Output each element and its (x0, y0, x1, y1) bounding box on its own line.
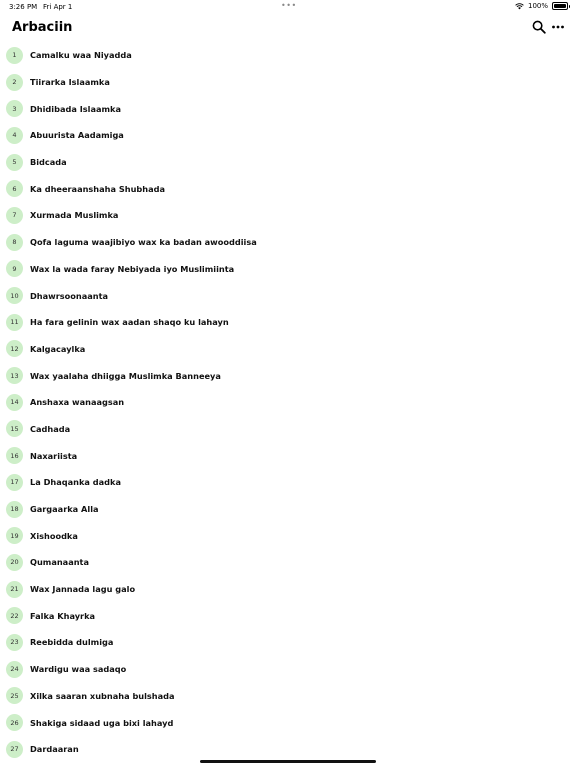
item-title: Wardigu waa sadaqo (30, 664, 127, 675)
item-number-badge: 19 (6, 527, 23, 545)
item-number-badge: 6 (6, 180, 23, 198)
item-title: Wax la wada faray Nebiyada iyo Muslimiin… (30, 263, 235, 274)
item-number-badge: 12 (6, 340, 23, 358)
list-item[interactable]: 12 Kalgacaylka (0, 336, 576, 363)
item-title: Cadhada (30, 423, 71, 434)
item-number-badge: 4 (6, 126, 23, 144)
item-title: Dardaaran (30, 744, 79, 755)
list-item[interactable]: 2 Tiirarka Islaamka (0, 69, 576, 96)
list-item[interactable]: 22 Falka Khayrka (0, 602, 576, 629)
item-number-badge: 1 (6, 46, 23, 64)
item-number-badge: 27 (6, 740, 23, 758)
item-title: Gargaarka Alla (30, 504, 99, 515)
home-indicator[interactable] (200, 760, 376, 763)
status-indicators: 100% (515, 2, 570, 10)
item-number-badge: 17 (6, 473, 23, 491)
wifi-icon (515, 3, 524, 10)
item-number-badge: 22 (6, 607, 23, 625)
status-time: 3:26 PM (9, 3, 38, 11)
list-item[interactable]: 20 Qumanaanta (0, 549, 576, 576)
status-bar: 3:26 PM Fri Apr 1 ••• 100% (0, 0, 576, 14)
item-number-badge: 20 (6, 553, 23, 571)
list-item[interactable]: 4 Abuurista Aadamiga (0, 122, 576, 149)
item-number-badge: 21 (6, 580, 23, 598)
list-item[interactable]: 27 Dardaaran (0, 736, 576, 763)
item-title: Xishoodka (30, 530, 78, 541)
item-title: Falka Khayrka (30, 610, 96, 621)
list-item[interactable]: 21 Wax Jannada lagu galo (0, 576, 576, 603)
list-item[interactable]: 17 La Dhaqanka dadka (0, 469, 576, 496)
item-title: Ka dheeraanshaha Shubhada (30, 183, 166, 194)
item-title: Abuurista Aadamiga (30, 130, 124, 141)
multitasking-dots-icon[interactable]: ••• (281, 1, 297, 10)
item-title: Tiirarka Islaamka (30, 77, 110, 88)
item-title: Xilka saaran xubnaha bulshada (30, 690, 175, 701)
item-title: Reebidda dulmiga (30, 637, 114, 648)
item-number-badge: 15 (6, 420, 23, 438)
item-title: Dhidibada Islaamka (30, 103, 121, 114)
item-title: Shakiga sidaad uga bixi lahayd (30, 717, 174, 728)
list-item[interactable]: 7 Xurmada Muslimka (0, 202, 576, 229)
item-number-badge: 8 (6, 233, 23, 251)
list-item[interactable]: 18 Gargaarka Alla (0, 496, 576, 523)
item-number-badge: 26 (6, 714, 23, 732)
more-icon[interactable] (551, 21, 565, 33)
list-item[interactable]: 8 Qofa laguma waajibiyo wax ka badan awoo… (0, 229, 576, 256)
item-title: Qofa laguma waajibiyo wax ka badan awood… (30, 237, 257, 248)
list-item[interactable]: 1 Camalku waa Niyadda (0, 42, 576, 69)
item-title: Kalgacaylka (30, 343, 86, 354)
item-number-badge: 10 (6, 287, 23, 305)
battery-level-fill (554, 4, 566, 8)
item-title: Anshaxa wanaagsan (30, 397, 125, 408)
list-item[interactable]: 23 Reebidda dulmiga (0, 629, 576, 656)
list-item[interactable]: 11 Ha fara gelinin wax aadan shaqo ku lah… (0, 309, 576, 336)
item-number-badge: 2 (6, 73, 23, 91)
list-item[interactable]: 9 Wax la wada faray Nebiyada iyo Muslimii… (0, 256, 576, 283)
item-number-badge: 24 (6, 660, 23, 678)
item-number-badge: 23 (6, 633, 23, 651)
hadith-list: 1 Camalku waa Niyadda 2 Tiirarka Islaamka 3 D… (0, 42, 576, 763)
list-item[interactable]: 5 Bidcada (0, 149, 576, 176)
item-title: Naxariista (30, 450, 78, 461)
list-item[interactable]: 26 Shakiga sidaad uga bixi lahayd (0, 709, 576, 736)
list-item[interactable]: 3 Dhidibada Islaamka (0, 95, 576, 122)
list-item[interactable]: 14 Anshaxa wanaagsan (0, 389, 576, 416)
battery-icon (552, 2, 570, 10)
page-title: Arbaciin (12, 20, 73, 35)
list-item[interactable]: 25 Xilka saaran xubnaha bulshada (0, 683, 576, 710)
item-title: Ha fara gelinin wax aadan shaqo ku lahay… (30, 317, 229, 328)
item-number-badge: 25 (6, 687, 23, 705)
item-title: Xurmada Muslimka (30, 210, 119, 221)
item-number-badge: 18 (6, 500, 23, 518)
item-title: Wax yaalaha dhiigga Muslimka Banneeya (30, 370, 221, 381)
item-number-badge: 9 (6, 260, 23, 278)
item-title: Dhawrsoonaanta (30, 290, 109, 301)
list-item[interactable]: 6 Ka dheeraanshaha Shubhada (0, 175, 576, 202)
item-title: La Dhaqanka dadka (30, 477, 121, 488)
navigation-bar: Arbaciin (0, 14, 576, 42)
status-date: Fri Apr 1 (43, 3, 73, 11)
item-number-badge: 16 (6, 447, 23, 465)
item-number-badge: 11 (6, 313, 23, 331)
item-number-badge: 5 (6, 153, 23, 171)
list-item[interactable]: 24 Wardigu waa sadaqo (0, 656, 576, 683)
list-item[interactable]: 19 Xishoodka (0, 522, 576, 549)
battery-percentage: 100% (527, 2, 548, 10)
item-title: Camalku waa Niyadda (30, 50, 132, 61)
list-item[interactable]: 13 Wax yaalaha dhiigga Muslimka Banneeya (0, 362, 576, 389)
search-icon[interactable] (532, 20, 546, 34)
list-item[interactable]: 16 Naxariista (0, 442, 576, 469)
item-number-badge: 14 (6, 393, 23, 411)
list-item[interactable]: 10 Dhawrsoonaanta (0, 282, 576, 309)
item-title: Bidcada (30, 157, 67, 168)
list-item[interactable]: 15 Cadhada (0, 416, 576, 443)
item-title: Wax Jannada lagu galo (30, 584, 136, 595)
item-title: Qumanaanta (30, 557, 89, 568)
item-number-badge: 3 (6, 100, 23, 118)
item-number-badge: 13 (6, 367, 23, 385)
item-number-badge: 7 (6, 206, 23, 224)
